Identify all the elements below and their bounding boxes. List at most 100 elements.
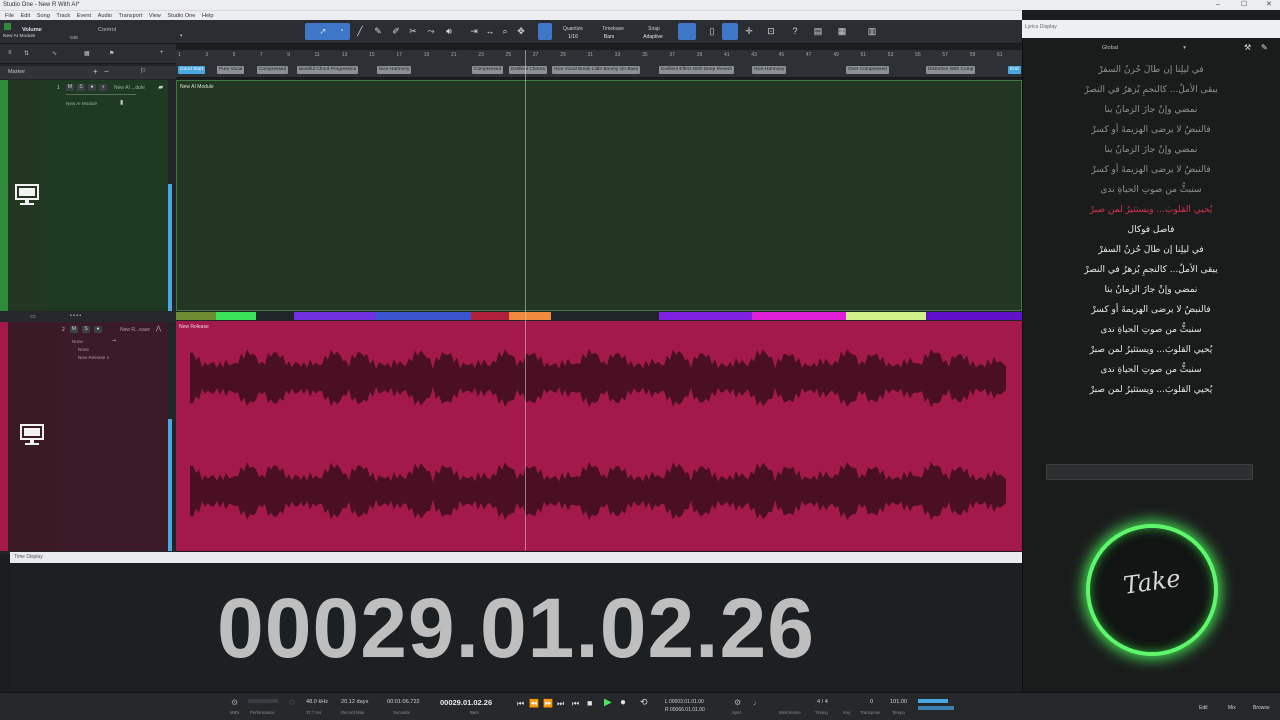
crosshair-icon[interactable]: ✛: [743, 24, 755, 38]
lyric-line[interactable]: نمضي وإنْ جازَ الزمانُ بنا: [1022, 105, 1280, 115]
add-track-icon[interactable]: +: [160, 50, 164, 56]
listen-tool-icon[interactable]: 🔊︎: [443, 24, 455, 38]
mute-tool-icon[interactable]: ✂: [407, 24, 419, 38]
marker-flag[interactable]: Beatiful Chord Progression: [297, 66, 359, 74]
track-2-header[interactable]: 2 M S ● New R...ease ⋀ None ⊸ None New R…: [58, 322, 168, 551]
lyric-line[interactable]: سنبثُّ من صوتِ الحياةِ ندى: [1022, 325, 1280, 335]
play-icon[interactable]: ▶: [604, 697, 612, 708]
fast-forward-icon[interactable]: ⏩: [543, 699, 553, 708]
arrangement-part[interactable]: [376, 312, 471, 320]
control-dropdown-icon[interactable]: ▾: [180, 33, 183, 39]
track-2-record-button[interactable]: ●: [94, 326, 102, 333]
edit-tab[interactable]: Edit: [1199, 705, 1208, 711]
bars-value[interactable]: 00029.01.02.26: [440, 698, 492, 707]
loop-icon[interactable]: ⟲: [640, 697, 648, 708]
marker-flag[interactable]: Nice Harmony: [377, 66, 412, 74]
track-2-input-toggle-icon[interactable]: ⊸: [112, 338, 116, 344]
marker-flag[interactable]: Distortion With Comp: [926, 66, 976, 74]
lyric-line[interactable]: يُحيي القلوبَ... ويستثيرُ لمن صبرْ: [1022, 385, 1280, 395]
marker-flag[interactable]: Nice Harmony: [752, 66, 787, 74]
gear-icon[interactable]: ⚙: [231, 698, 238, 707]
arrangement-part[interactable]: [176, 312, 216, 320]
lyric-line[interactable]: يُحيي القلوبَ... ويستثيرُ لمن صبرْ: [1022, 205, 1280, 215]
sync-icon[interactable]: ⚙: [734, 698, 741, 707]
track-2-solo-button[interactable]: S: [82, 326, 90, 333]
stop-icon[interactable]: ■: [587, 698, 592, 708]
menu-event[interactable]: Event: [77, 13, 91, 19]
grid-icon[interactable]: ▦: [84, 50, 90, 57]
draw-tool-icon[interactable]: ╱: [354, 24, 366, 38]
help-icon[interactable]: ?: [789, 24, 801, 38]
marker-flag[interactable]: End: [1008, 66, 1021, 74]
menu-song[interactable]: Song: [37, 13, 50, 19]
arrangement-part[interactable]: [471, 312, 509, 320]
lyric-line[interactable]: فالنبضُ لا يرضى الهزيمةَ أو كسرْ: [1022, 125, 1280, 135]
record-icon[interactable]: ●: [620, 697, 626, 708]
arrangement-part[interactable]: [294, 312, 376, 320]
arrow-tool-icon[interactable]: ➚: [317, 24, 329, 38]
track-1-volume-fader[interactable]: [66, 94, 136, 95]
lyric-line[interactable]: سنبثُّ من صوتِ الحياةِ ندى: [1022, 185, 1280, 195]
master-volume-fader[interactable]: [918, 706, 954, 710]
track-1-event-label[interactable]: New AI Module: [180, 84, 214, 90]
metronome-icon[interactable]: ♩: [753, 698, 761, 707]
arrangement-color-strip[interactable]: [176, 311, 1022, 321]
marker-flag[interactable]: Exellent Effect With Deep Reverb: [659, 66, 735, 74]
loop-end[interactable]: R 00066.01.01.00: [665, 707, 705, 713]
marker-flag[interactable]: Exellent Chorus: [509, 66, 547, 74]
track-2-input[interactable]: None: [72, 339, 83, 344]
menu-studio-one[interactable]: Studio One: [167, 13, 195, 19]
lyric-line[interactable]: يُحيي القلوبَ... ويستثيرُ لمن صبرْ: [1022, 345, 1280, 355]
return-to-zero-icon[interactable]: ⏮: [517, 699, 524, 709]
lyrics-input-slot[interactable]: [1046, 464, 1253, 480]
lyric-line[interactable]: يبقى الأملُ... كالنجمِ يُزهرُ في النصرْ: [1022, 265, 1280, 275]
arrangement-part[interactable]: [846, 312, 926, 320]
menu-transport[interactable]: Transport: [119, 13, 143, 19]
track-1-folder-icon[interactable]: ▰: [158, 83, 163, 91]
grid-view-icon[interactable]: ⊡: [765, 24, 777, 38]
marker-flag[interactable]: Nice Vocal Break Little Boomy On Bass: [552, 66, 640, 74]
lyric-line[interactable]: فاصل فوكال: [1022, 225, 1280, 235]
add-marker-icon[interactable]: +: [93, 67, 98, 76]
tempo-value[interactable]: 101.00: [890, 699, 907, 705]
skip-icon[interactable]: ⏮: [572, 699, 579, 709]
marker-flag-icon[interactable]: ⚐: [140, 67, 146, 75]
remove-marker-icon[interactable]: −: [104, 67, 109, 76]
marker-flag[interactable]: Compressed: [472, 66, 504, 74]
mix-view-icon[interactable]: ▥: [866, 24, 878, 38]
go-to-end-icon[interactable]: ⏭: [557, 699, 564, 709]
track-1-solo-button[interactable]: S: [77, 84, 85, 91]
track-1-name[interactable]: New AI ...dule: [114, 85, 145, 91]
lyrics-scope-select[interactable]: Global ▾: [1030, 43, 1190, 53]
snap-toggle[interactable]: [678, 23, 696, 40]
track-2-name[interactable]: New R...ease: [120, 327, 150, 333]
menu-help[interactable]: Help: [202, 13, 214, 19]
quantize-value[interactable]: 1/16: [562, 34, 584, 40]
arrangement-part[interactable]: [659, 312, 752, 320]
track-2-options-icon[interactable]: • • • •: [70, 313, 81, 319]
menu-audio[interactable]: Audio: [98, 13, 112, 19]
loop-start[interactable]: L 00003.01.01.00: [665, 699, 704, 705]
time-signature[interactable]: 4 / 4: [817, 699, 828, 705]
close-icon[interactable]: ✕: [1266, 0, 1272, 10]
eraser-tool-icon[interactable]: ✎: [372, 24, 384, 38]
track-1-record-button[interactable]: ●: [88, 84, 96, 91]
tool-dropdown-icon[interactable]: ▪: [336, 24, 348, 38]
marker-flag[interactable]: Good Start: [178, 66, 206, 74]
fit-icon[interactable]: ⇥: [468, 24, 480, 38]
expand-icon[interactable]: ↔: [484, 24, 496, 38]
menu-file[interactable]: File: [5, 13, 14, 19]
bend-tool-icon[interactable]: ⤳: [425, 24, 437, 38]
seconds-value[interactable]: 00:01:06.722: [387, 699, 420, 705]
lyric-line[interactable]: نمضي وإنْ جازَ الزمانُ بنا: [1022, 285, 1280, 295]
lyric-line[interactable]: في ليلِنا إن طالَ حُزنُ السفرْ: [1022, 65, 1280, 75]
marker-flag[interactable]: Over Compressed: [846, 66, 889, 74]
track-1-lane[interactable]: New AI Module: [176, 80, 1022, 311]
track-2-monitor-small-icon[interactable]: ▭: [30, 313, 36, 320]
zoom-icon[interactable]: ⌕: [499, 24, 511, 38]
timebase-value[interactable]: Bars: [598, 34, 620, 40]
paint-tool-icon[interactable]: ✐: [390, 24, 402, 38]
sort-icon[interactable]: ⇅: [24, 50, 29, 57]
pencil-icon[interactable]: ✎: [1261, 43, 1273, 53]
lyric-line[interactable]: فالنبضُ لا يرضى الهزيمةَ أو كسرْ: [1022, 305, 1280, 315]
